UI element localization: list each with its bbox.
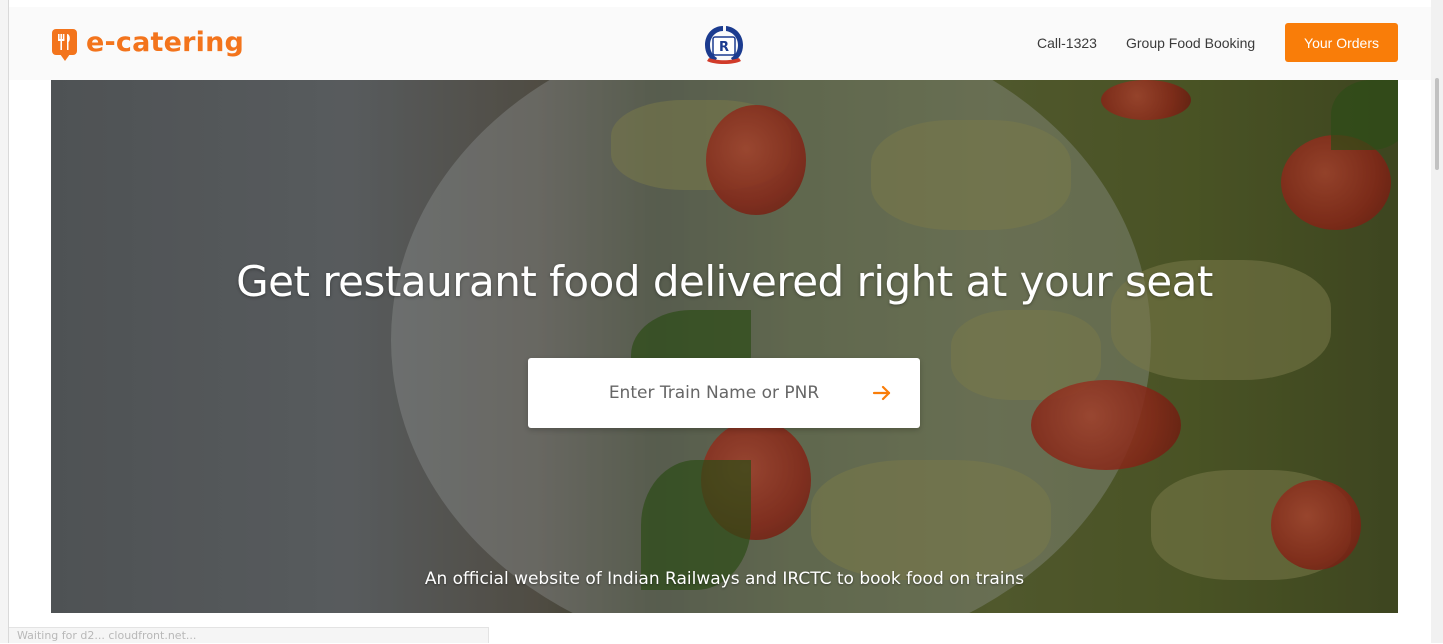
window-top-edge [0,0,1443,7]
hero-banner: Get restaurant food delivered right at y… [51,80,1398,613]
scrollbar-thumb[interactable] [1435,78,1439,170]
window-left-edge [0,0,9,643]
brand-logo-link[interactable]: e-catering [52,24,245,61]
train-search-box [528,358,920,428]
hero-title: Get restaurant food delivered right at y… [236,257,1213,306]
brand-name: e-catering [86,26,245,58]
hero-footer-text: An official website of Indian Railways a… [424,569,1025,589]
page-scrollbar[interactable] [1431,0,1443,643]
arrow-right-icon[interactable] [871,382,893,404]
train-pnr-input[interactable] [528,358,858,428]
fork-knife-icon [52,29,77,61]
group-food-booking-link[interactable]: Group Food Booking [1126,35,1255,51]
irctc-logo-icon[interactable]: R [699,23,749,65]
site-header: e-catering R Call-1323 Group Food Bookin… [9,7,1431,80]
browser-status-bar: Waiting for d2... cloudfront.net... [9,627,489,643]
svg-text:R: R [719,40,729,55]
call-link[interactable]: Call-1323 [1037,35,1097,51]
hero-overlay [51,80,1398,613]
your-orders-button[interactable]: Your Orders [1285,23,1398,62]
